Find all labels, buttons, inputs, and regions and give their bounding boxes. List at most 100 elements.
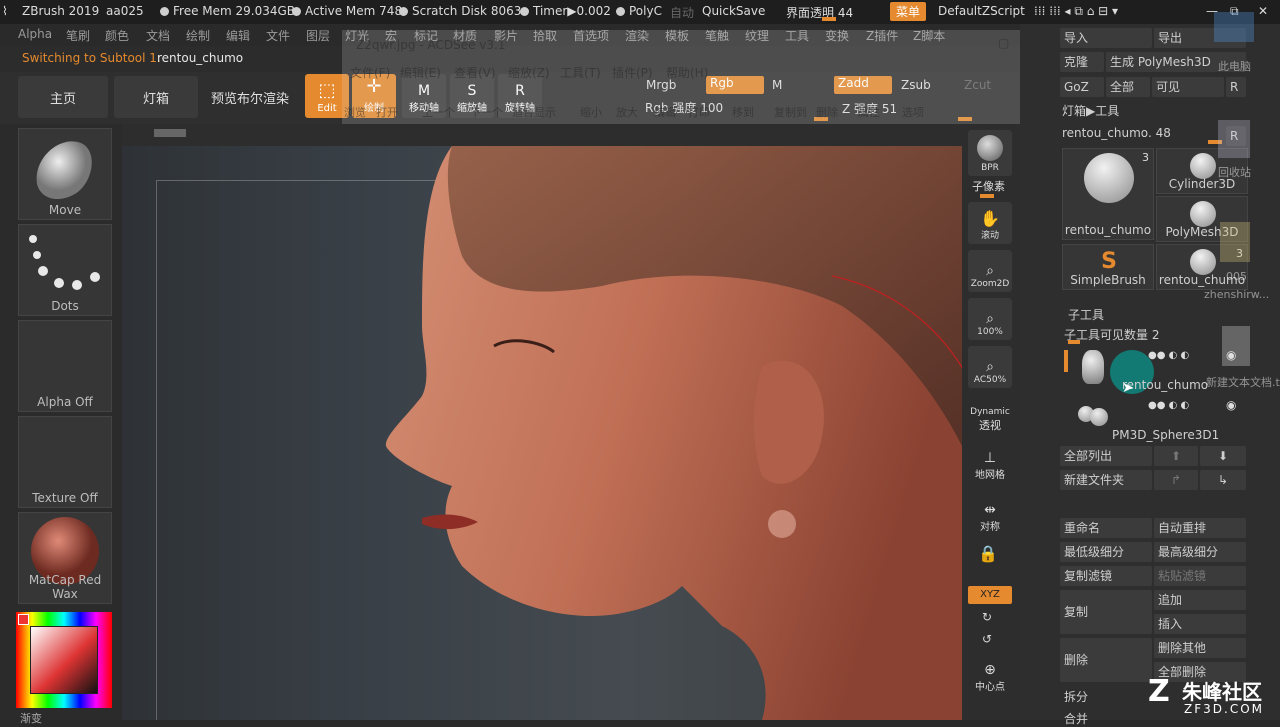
menu-item[interactable]: 图层 — [306, 27, 330, 44]
folder-arrow-down-icon[interactable]: ↳ — [1200, 470, 1246, 490]
default-zscript-button[interactable]: DefaultZScript — [938, 4, 1025, 18]
menu-item[interactable]: 文件 — [266, 27, 290, 44]
rotate-gizmo-button[interactable]: R 旋转轴 — [498, 74, 542, 118]
stroke-selector[interactable]: Dots — [18, 224, 112, 316]
scroll-thumb[interactable] — [154, 129, 186, 137]
zcut-button[interactable]: Zcut — [964, 78, 991, 92]
menu-item[interactable]: 工具 — [785, 27, 809, 44]
rgb-intensity-slider[interactable]: Rgb 强度 100 — [645, 99, 723, 116]
auto-reorder-button[interactable]: 自动重排 — [1154, 518, 1246, 538]
bpr-render-button[interactable]: BPR — [968, 130, 1012, 176]
floor-grid-button[interactable]: ⊥ 地网格 — [968, 442, 1012, 484]
tool-thumb-3[interactable]: S SimpleBrush — [1062, 244, 1154, 290]
r-button[interactable]: R — [1226, 77, 1246, 97]
center-point-button[interactable]: ⊕ 中心点 — [968, 654, 1012, 696]
z-intensity-slider[interactable]: Z 强度 51 — [842, 100, 897, 117]
close-icon[interactable]: ✕ — [1258, 4, 1268, 18]
home-button[interactable]: 主页 — [18, 76, 108, 118]
subtool-header[interactable]: 子工具 — [1068, 306, 1104, 323]
menu-item[interactable]: 拾取 — [533, 27, 557, 44]
menu-item[interactable]: 模板 — [665, 27, 689, 44]
primary-color-swatch[interactable] — [18, 614, 29, 625]
menu-item[interactable]: 绘制 — [186, 27, 210, 44]
split-section[interactable]: 拆分 — [1064, 688, 1088, 705]
menu-item[interactable]: 颜色 — [105, 27, 129, 44]
import-button[interactable]: 导入 — [1060, 28, 1152, 48]
new-folder-button[interactable]: 新建文件夹 — [1060, 470, 1152, 490]
mrgb-button[interactable]: Mrgb — [646, 78, 676, 92]
menu-item[interactable]: 笔触 — [705, 27, 729, 44]
layout-icons[interactable]: ⁞⁞⁞ ⁞⁞⁞ ◂ ⧉ ⌂ ⊟ ▾ — [1034, 4, 1118, 19]
brush-selector[interactable]: Move — [18, 128, 112, 220]
menu-item[interactable]: 编辑 — [226, 27, 250, 44]
move-down-icon[interactable]: ⬇ — [1200, 446, 1246, 466]
actual-size-button[interactable]: ⌕ 100% — [968, 298, 1012, 340]
list-all-button[interactable]: 全部列出 — [1060, 446, 1152, 466]
menu-item[interactable]: 宏 — [385, 27, 397, 44]
draw-mode-button[interactable]: ✛ 绘制 — [352, 74, 396, 118]
subtool-toggles-0[interactable]: ●● ◐ ◐ — [1148, 350, 1189, 361]
tool-thumb-0[interactable]: rentou_chumo 3 — [1062, 148, 1154, 240]
menu-item[interactable]: Alpha — [18, 27, 52, 41]
current-tool-name[interactable]: rentou_chumo. 48 — [1062, 126, 1171, 140]
ui-transparency-slider[interactable]: 界面透明 44 — [786, 4, 853, 21]
quicksave-button[interactable]: QuickSave — [702, 4, 765, 18]
material-selector[interactable]: MatCap Red Wax — [18, 512, 112, 604]
delete-button[interactable]: 删除 — [1060, 638, 1152, 682]
scale-gizmo-button[interactable]: S 缩放轴 — [450, 74, 494, 118]
append-button[interactable]: 追加 — [1154, 590, 1246, 610]
subtool-toggles-1[interactable]: ●● ◐ ◐ — [1148, 400, 1189, 411]
menu-item[interactable]: 标记 — [414, 27, 438, 44]
delete-others-button[interactable]: 删除其他 — [1154, 638, 1246, 658]
bpr-preview-button[interactable]: 预览布尔渲染 — [204, 76, 296, 118]
subtool-scroll[interactable] — [1064, 350, 1068, 372]
texture-selector[interactable]: Texture Off — [18, 416, 112, 508]
highest-subdiv-button[interactable]: 最高级细分 — [1154, 542, 1246, 562]
lightbox-tools-link[interactable]: 灯箱▶工具 — [1062, 102, 1119, 119]
lightbox-button[interactable]: 灯箱 — [114, 76, 198, 118]
zadd-button[interactable]: Zadd — [834, 76, 892, 94]
menu-item[interactable]: 变换 — [825, 27, 849, 44]
goz-button[interactable]: GoZ — [1060, 77, 1104, 97]
menu-toggle-button[interactable]: 菜单 — [890, 2, 927, 21]
zoom2d-button[interactable]: ⌕ Zoom2D — [968, 250, 1012, 292]
menu-item[interactable]: 材质 — [453, 27, 477, 44]
m-button[interactable]: M — [772, 78, 782, 92]
merge-section[interactable]: 合并 — [1064, 710, 1088, 727]
insert-button[interactable]: 插入 — [1154, 614, 1246, 634]
menu-item[interactable]: 笔刷 — [66, 27, 90, 44]
subtool-item-1[interactable]: ●● ◐ ◐ ◉ PM3D_Sphere3D1 — [1074, 396, 1246, 442]
lowest-subdiv-button[interactable]: 最低级细分 — [1060, 542, 1152, 562]
menu-item[interactable]: 灯光 — [345, 27, 369, 44]
rotate-z-icon[interactable]: ↺ — [982, 632, 992, 646]
menu-item[interactable]: 纹理 — [745, 27, 769, 44]
zsub-button[interactable]: Zsub — [901, 78, 931, 92]
edit-mode-button[interactable]: ⬚ Edit — [305, 74, 349, 118]
lock-icon[interactable]: 🔒 — [978, 544, 998, 563]
menu-item[interactable]: Z脚本 — [913, 27, 945, 44]
visible-button[interactable]: 可见 — [1152, 77, 1224, 97]
menu-item[interactable]: 首选项 — [573, 27, 609, 44]
perspective-button[interactable]: Dynamic 透视 — [968, 394, 1012, 436]
scroll-button[interactable]: ✋ 滚动 — [968, 202, 1012, 244]
symmetry-button[interactable]: ⇹ 对称 — [968, 494, 1012, 536]
color-picker[interactable] — [16, 612, 112, 708]
paste-filter-button[interactable]: 粘贴滤镜 — [1154, 566, 1246, 586]
move-up-icon[interactable]: ⬆ — [1154, 446, 1198, 466]
folder-arrow-icon[interactable]: ↱ — [1154, 470, 1198, 490]
rotate-y-icon[interactable]: ↻ — [982, 610, 992, 624]
rgb-button[interactable]: Rgb — [706, 76, 764, 94]
color-square[interactable] — [30, 626, 98, 694]
move-gizmo-button[interactable]: M 移动轴 — [402, 74, 446, 118]
alpha-selector[interactable]: Alpha Off — [18, 320, 112, 412]
viewport-canvas[interactable] — [122, 146, 962, 720]
copy-filter-button[interactable]: 复制滤镜 — [1060, 566, 1152, 586]
all-button[interactable]: 全部 — [1106, 77, 1150, 97]
subpixel-label[interactable]: 子像素 — [972, 178, 1005, 194]
ac50-button[interactable]: ⌕ AC50% — [968, 346, 1012, 388]
eye-icon[interactable]: ◉ — [1226, 398, 1236, 412]
clone-button[interactable]: 克隆 — [1060, 52, 1104, 72]
rename-button[interactable]: 重命名 — [1060, 518, 1152, 538]
xyz-rotate-button[interactable]: XYZ — [968, 586, 1012, 604]
duplicate-button[interactable]: 复制 — [1060, 590, 1152, 634]
